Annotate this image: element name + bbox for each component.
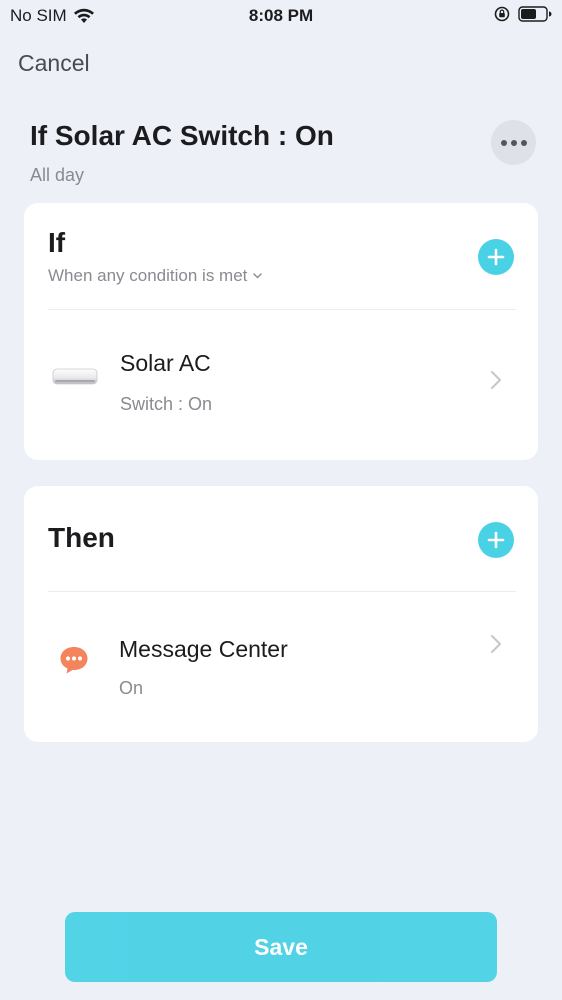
more-dots-icon [500, 139, 527, 146]
action-icon-wrapper [58, 644, 90, 676]
condition-device-name: Solar AC [120, 350, 211, 376]
condition-device-state: Switch : On [120, 394, 213, 414]
status-bar: No SIM 8:08 PM [0, 0, 562, 32]
device-icon-wrapper [52, 366, 98, 388]
status-indicators [494, 6, 552, 22]
battery-icon [518, 6, 552, 22]
add-condition-button[interactable] [478, 239, 514, 275]
plus-icon [487, 248, 505, 266]
condition-mode-label: When any condition is met [48, 266, 248, 285]
action-name: Message Center [119, 636, 288, 662]
condition-item-solar-ac[interactable]: Solar AC Switch : On [24, 310, 538, 460]
page-title: If Solar AC Switch : On [30, 120, 334, 151]
chevron-right-icon [491, 635, 501, 653]
action-item-message-center[interactable]: Message Center On [24, 592, 538, 742]
plus-icon [487, 531, 505, 549]
add-action-button[interactable] [478, 522, 514, 558]
more-options-button[interactable] [491, 120, 536, 165]
message-bubble-icon [60, 647, 88, 674]
schedule-label[interactable]: All day [30, 165, 84, 186]
cancel-button[interactable]: Cancel [18, 50, 90, 77]
if-condition-card: If When any condition is met Solar AC Sw… [24, 203, 538, 460]
air-conditioner-icon [52, 368, 98, 385]
then-section-title: Then [48, 522, 115, 553]
clock: 8:08 PM [248, 6, 314, 25]
chevron-right-icon [491, 371, 501, 389]
then-action-card: Then Message Center On [24, 486, 538, 742]
save-button[interactable]: Save [65, 912, 497, 982]
condition-mode-selector[interactable]: When any condition is met [48, 266, 263, 286]
action-state: On [119, 678, 144, 698]
chevron-down-icon [253, 273, 263, 279]
if-section-title: If [48, 227, 66, 258]
orientation-lock-icon [494, 6, 510, 22]
